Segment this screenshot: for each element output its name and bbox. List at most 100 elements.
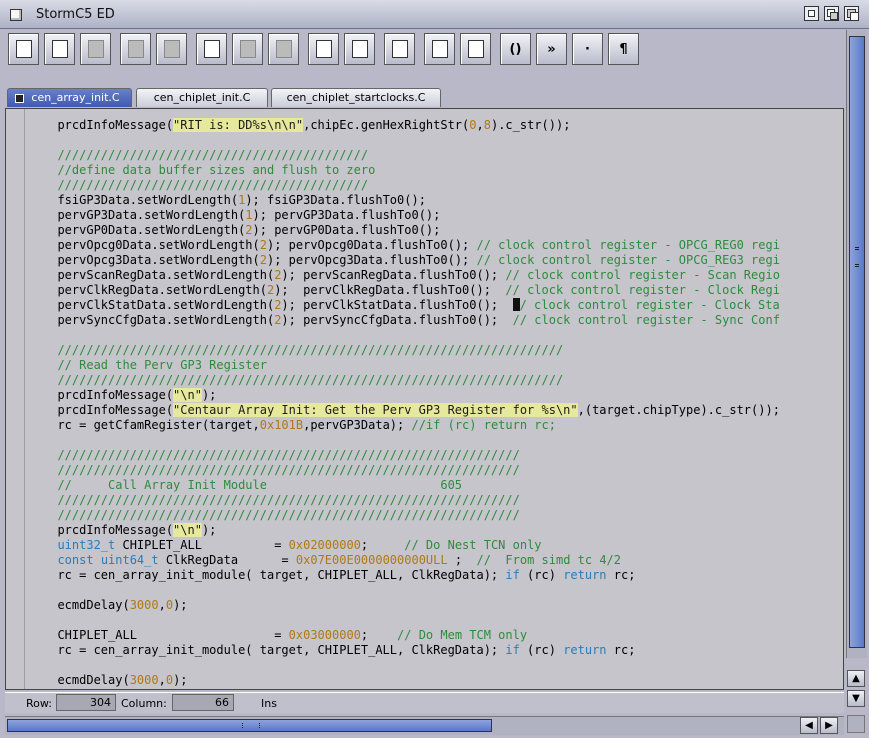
code-token: );: [201, 388, 217, 402]
save-disk-icon[interactable]: [44, 33, 75, 65]
code-token: ,: [158, 673, 166, 687]
code-line: ////////////////////////////////////////…: [43, 178, 780, 193]
code-token: ;: [447, 553, 477, 567]
code-token: "\n": [173, 388, 202, 402]
tab-label: cen_chiplet_startclocks.C: [286, 91, 426, 104]
code-line: //define data buffer sizes and flush to …: [43, 163, 780, 178]
save-disk-icon-glyph: [51, 40, 68, 58]
tab-cen-array-init[interactable]: cen_array_init.C: [7, 88, 132, 107]
code-editor[interactable]: prcdInfoMessage("RIT is: DD%s\n\n",chipE…: [5, 108, 844, 690]
code-token: pervSyncCfgData.setWordLength(: [43, 313, 275, 327]
code-token: 2: [245, 223, 253, 237]
column-label: Column:: [121, 697, 167, 710]
outdent-icon[interactable]: [344, 33, 375, 65]
cut-scissors-icon[interactable]: [120, 33, 151, 65]
code-token: 8: [483, 118, 491, 132]
copy-icon[interactable]: [156, 33, 187, 65]
lock-icon[interactable]: [384, 33, 415, 65]
indent-icon-glyph: [315, 40, 332, 58]
zoom-window-icon[interactable]: [824, 6, 839, 21]
code-line: ////////////////////////////////////////…: [43, 148, 780, 163]
tab-cen-chiplet-startclocks[interactable]: cen_chiplet_startclocks.C: [271, 88, 441, 107]
code-token: rc;: [606, 643, 636, 657]
guillemet-icon[interactable]: »: [536, 33, 567, 65]
code-line: ////////////////////////////////////////…: [43, 343, 780, 358]
tab-cen-chiplet-init[interactable]: cen_chiplet_init.C: [136, 88, 268, 107]
vertical-scroll-thumb[interactable]: [849, 36, 865, 648]
code-token: 1: [245, 208, 253, 222]
paste-clipboard-icon-glyph: [203, 40, 220, 58]
code-line: CHIPLET_ALL = 0x03000000; // Do Mem TCM …: [43, 628, 780, 643]
code-line: uint32_t CHIPLET_ALL = 0x02000000; // Do…: [43, 538, 780, 553]
horizontal-scrollbar[interactable]: ◀ ▶: [5, 716, 844, 735]
pilcrow-icon[interactable]: ¶: [608, 33, 639, 65]
text-cursor: [512, 298, 520, 311]
code-token: pervGP0Data.setWordLength(: [43, 223, 246, 237]
code-line: rc = cen_array_init_module( target, CHIP…: [43, 568, 780, 583]
new-document-icon[interactable]: [8, 33, 39, 65]
list-marker-icon[interactable]: [424, 33, 455, 65]
code-token: ////////////////////////////////////////…: [43, 373, 564, 387]
scroll-right-icon[interactable]: ▶: [820, 717, 838, 734]
scroll-up-icon[interactable]: ▲: [847, 670, 865, 687]
depth-arrange-icon[interactable]: [844, 6, 859, 21]
code-token: return: [563, 643, 607, 657]
window-title: StormC5 ED: [36, 7, 115, 22]
code-token: 0x03000000: [288, 628, 361, 642]
redo-icon[interactable]: [268, 33, 299, 65]
code-token: // From simd tc 4/2: [476, 553, 622, 567]
code-token: // clock control register - OPCG_REG3 re…: [476, 253, 780, 267]
code-token: 0x101B: [259, 418, 304, 432]
row-label: Row:: [26, 697, 52, 710]
code-token: (rc): [519, 643, 564, 657]
code-line: ////////////////////////////////////////…: [43, 493, 780, 508]
code-line: pervOpcg0Data.setWordLength(2); pervOpcg…: [43, 238, 780, 253]
vertical-scrollbar[interactable]: [846, 30, 867, 658]
code-token: return: [563, 568, 607, 582]
iconify-icon[interactable]: [804, 6, 819, 21]
undo-icon[interactable]: [232, 33, 263, 65]
code-token: ;: [360, 628, 398, 642]
tab-label: cen_array_init.C: [31, 91, 120, 104]
code-token: pervClkStatData.setWordLength(: [43, 298, 275, 312]
editor-gutter: [24, 109, 25, 689]
blank-icon-glyph: [87, 40, 104, 58]
active-tab-marker-icon: [15, 94, 24, 103]
code-token: / clock control register - Clock Sta: [519, 298, 780, 312]
scroll-down-icon[interactable]: ▼: [847, 690, 865, 707]
code-token: ,(target.chipType).c_str());: [577, 403, 780, 417]
code-line: ecmdDelay(3000,0);: [43, 598, 780, 613]
size-gadget-icon[interactable]: [847, 715, 865, 733]
code-token: ); pervClkStatData.flushTo0();: [281, 298, 513, 312]
code-token: // Call Array Init Module 605: [43, 478, 463, 492]
new-document-icon-glyph: [15, 40, 32, 58]
code-token: );: [173, 673, 188, 687]
code-line: prcdInfoMessage("RIT is: DD%s\n\n",chipE…: [43, 118, 780, 133]
code-text[interactable]: prcdInfoMessage("RIT is: DD%s\n\n",chipE…: [43, 118, 780, 688]
code-line: rc = cen_array_init_module( target, CHIP…: [43, 643, 780, 658]
code-line: ecmdDelay(3000,0);: [43, 673, 780, 688]
code-token: ,pervGP3Data);: [303, 418, 412, 432]
close-window-icon[interactable]: [10, 9, 22, 21]
paste-clipboard-icon[interactable]: [196, 33, 227, 65]
code-token: prcdInfoMessage(: [43, 118, 174, 132]
code-token: ); pervGP3Data.flushTo0();: [252, 208, 441, 222]
code-token: uint32_t: [57, 538, 116, 552]
brackets-icon[interactable]: (): [500, 33, 531, 65]
code-line: fsiGP3Data.setWordLength(1); fsiGP3Data.…: [43, 193, 780, 208]
list-columns-icon[interactable]: [460, 33, 491, 65]
title-bar[interactable]: StormC5 ED: [0, 0, 869, 29]
copy-icon-glyph: [163, 40, 180, 58]
horizontal-scroll-thumb[interactable]: [7, 719, 492, 732]
middle-dot-icon[interactable]: ·: [572, 33, 603, 65]
indent-icon[interactable]: [308, 33, 339, 65]
code-token: if: [505, 643, 520, 657]
list-marker-icon-glyph: [431, 40, 448, 58]
blank-icon[interactable]: [80, 33, 111, 65]
column-value: 66: [172, 694, 234, 711]
scroll-left-icon[interactable]: ◀: [800, 717, 818, 734]
